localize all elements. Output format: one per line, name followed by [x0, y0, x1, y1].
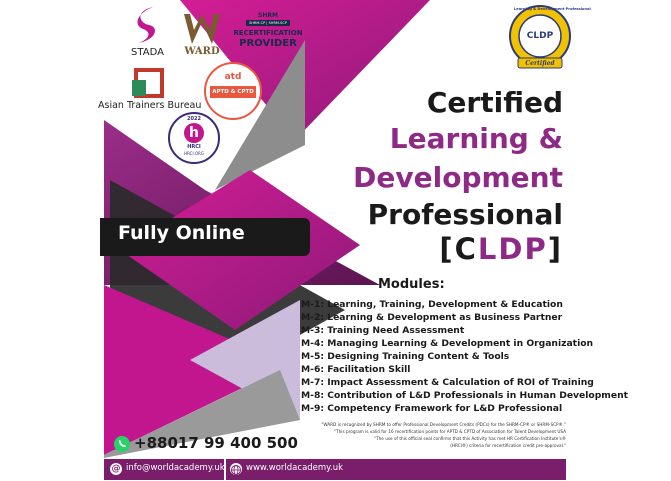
- atd-badge: atd APTD & CPTD: [204, 62, 262, 120]
- module-item: M-3: Training Need Assessment: [301, 325, 465, 336]
- atd-brand-label: atd: [224, 72, 242, 82]
- ward-logo: WARD: [182, 12, 227, 60]
- asian-trainers-icon: [130, 68, 168, 98]
- footnote: "This program is valid for 16 recertific…: [334, 429, 566, 434]
- title-abbr-mid: LDP: [477, 232, 548, 266]
- hrci-org-label: HRCI: [187, 144, 201, 150]
- module-item: M-8: Contribution of L&D Professionals i…: [301, 390, 629, 401]
- module-item: M-4: Managing Learning & Development in …: [301, 338, 594, 349]
- title-abbr-close: ]: [547, 232, 563, 266]
- cldp-badge-arc-label: Learning & Development Professional: [514, 7, 591, 11]
- module-item: M-9: Competency Framework for L&D Profes…: [301, 403, 563, 414]
- module-item: M-7: Impact Assessment & Calculation of …: [301, 377, 594, 388]
- modules-heading: Modules:: [378, 277, 445, 292]
- shrm-top-label: SHRM: [258, 12, 278, 19]
- email-link[interactable]: info@worldacademy.uk: [126, 463, 225, 473]
- shrm-logo: SHRM SHRM-CP | SHRM-SCP RECERTIFICATION …: [232, 12, 304, 60]
- module-item: M-1: Learning, Training, Development & E…: [301, 299, 563, 310]
- title-development: Development: [353, 161, 563, 194]
- hrci-url-label: HRCI.ORG: [184, 151, 204, 156]
- hrci-badge: 2022 h HRCI HRCI.ORG: [168, 112, 220, 164]
- whatsapp-icon: [114, 436, 130, 452]
- shrm-recertification-label: RECERTIFICATION: [233, 29, 303, 37]
- cldp-badge-ribbon-label: Certified: [525, 60, 555, 67]
- website-link[interactable]: www.worldacademy.uk: [246, 463, 343, 473]
- cldp-certified-badge: Learning & Development Professional CLDP…: [508, 4, 591, 72]
- ward-w-icon: [184, 14, 220, 44]
- hrci-year-label: 2022: [187, 116, 201, 122]
- title-learning: Learning &: [389, 122, 563, 155]
- title-abbr-open: [C: [439, 232, 478, 266]
- module-item: M-5: Designing Training Content & Tools: [301, 351, 510, 362]
- stada-swoosh-icon: [137, 7, 155, 43]
- asian-trainers-label: Asian Trainers Bureau: [98, 100, 202, 111]
- module-item: M-6: Facilitation Skill: [301, 364, 411, 375]
- footnote: "The use of this official seal confirms …: [374, 436, 566, 441]
- cldp-badge-text: CLDP: [526, 31, 554, 41]
- footnote: "WARD is recognized by SHRM to offer Pro…: [321, 422, 566, 427]
- stada-label: STADA: [131, 47, 164, 58]
- stada-logo: STADA: [125, 5, 170, 63]
- title-certified: Certified: [426, 86, 563, 119]
- shrm-sub-label: SHRM-CP | SHRM-SCP: [246, 20, 290, 26]
- shrm-provider-label: PROVIDER: [239, 38, 297, 49]
- footnote: (HRCI®) criteria for recertification cre…: [450, 443, 566, 448]
- phone-number[interactable]: +88017 99 400 500: [134, 434, 298, 452]
- ward-label: WARD: [184, 46, 220, 57]
- module-item: M-2: Learning & Development as Business …: [301, 312, 563, 323]
- title-professional: Professional: [367, 198, 563, 231]
- fully-online-label: Fully Online: [118, 222, 245, 244]
- email-icon: @: [110, 463, 122, 475]
- hrci-h-icon: h: [184, 123, 204, 143]
- atd-sub-label: APTD & CPTD: [210, 86, 256, 98]
- globe-icon: [230, 463, 242, 475]
- title-abbreviation: [CLDP]: [439, 232, 563, 266]
